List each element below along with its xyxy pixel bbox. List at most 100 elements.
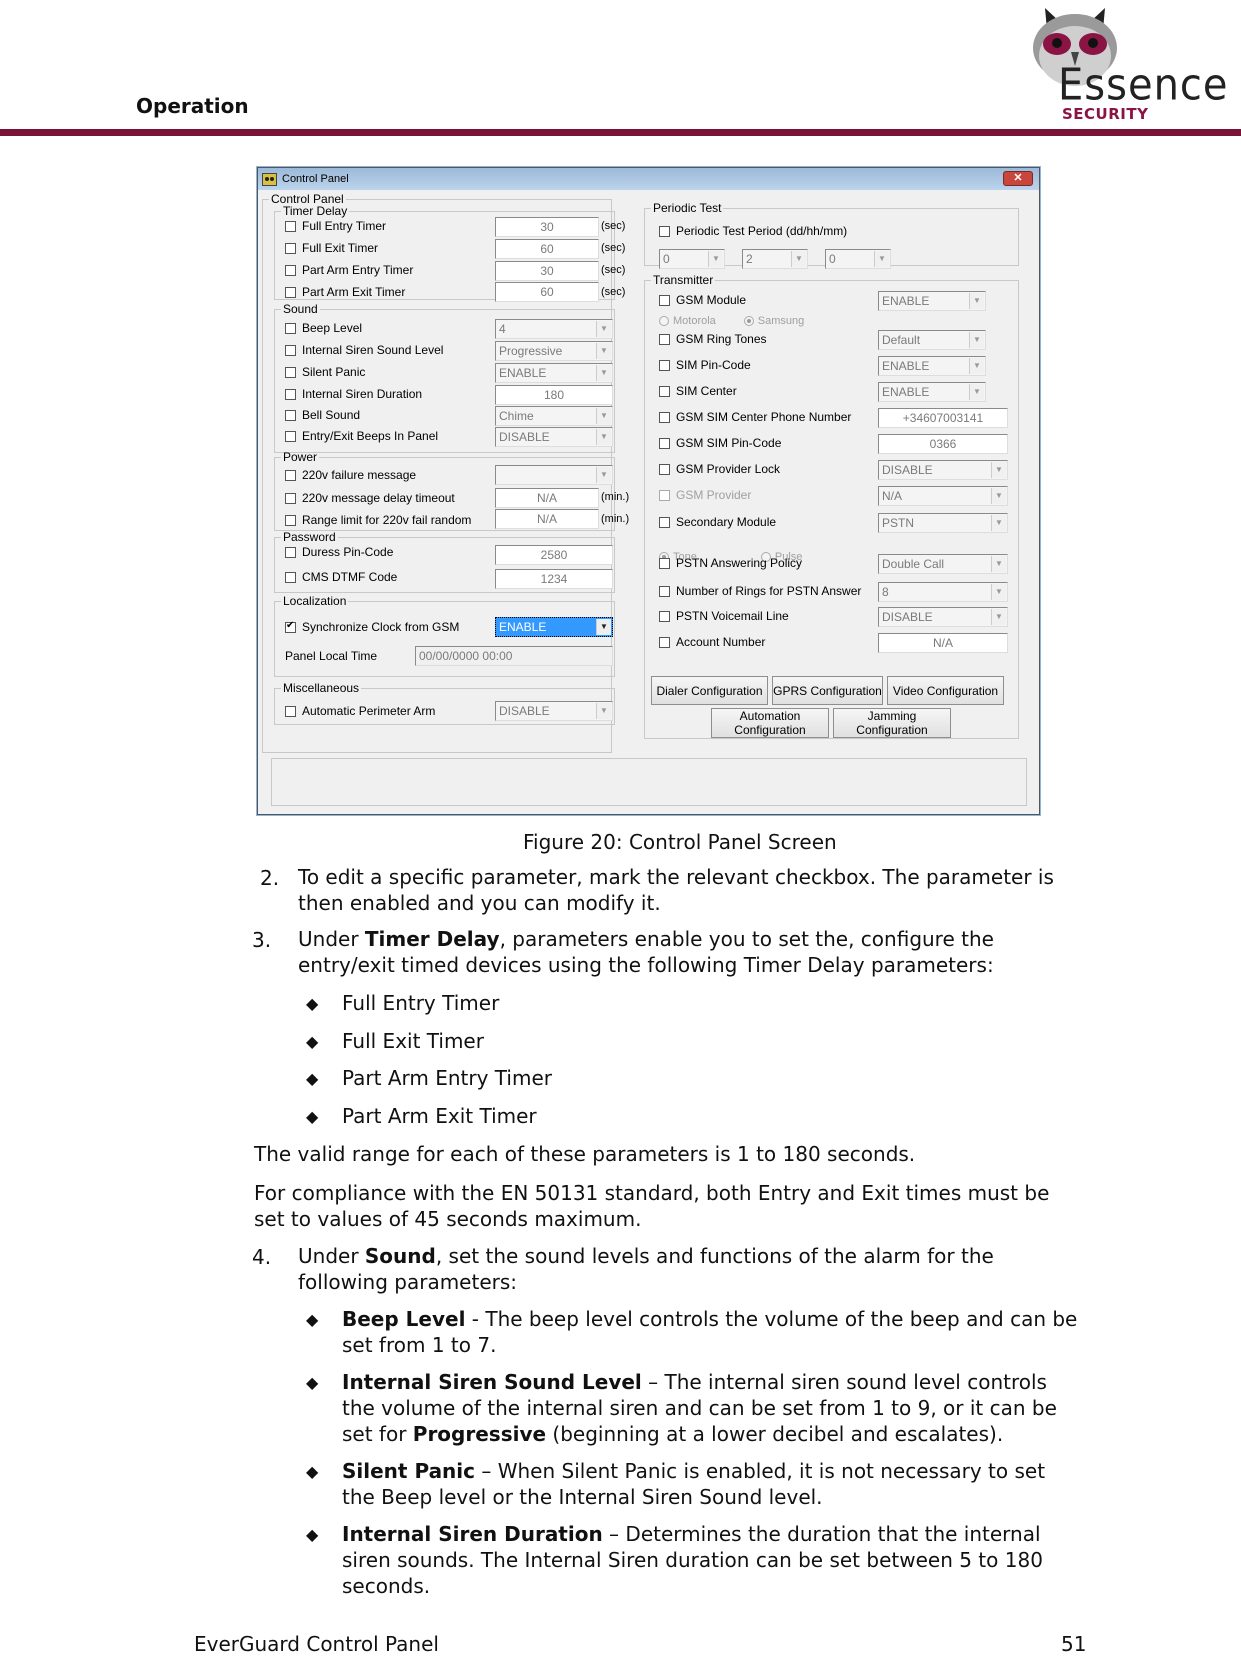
transmitter-select[interactable]: Double Call ▼ (878, 554, 1008, 574)
chevron-down-icon[interactable]: ▼ (596, 343, 611, 359)
checkbox[interactable] (285, 705, 296, 717)
checkbox[interactable] (285, 430, 296, 442)
checkbox[interactable] (659, 489, 670, 501)
checkbox[interactable] (285, 546, 296, 558)
transmitter-row[interactable]: Number of Rings for PSTN Answer (659, 584, 861, 598)
transmitter-row[interactable]: Account Number (659, 635, 765, 649)
radio-button-selected[interactable] (743, 316, 754, 326)
dialer-configuration-button[interactable]: Dialer Configuration (651, 676, 768, 705)
chevron-down-icon[interactable]: ▼ (991, 609, 1006, 625)
checkbox[interactable] (285, 409, 296, 421)
full-entry-timer-input[interactable]: 30 (495, 217, 599, 237)
checkbox[interactable] (659, 333, 670, 345)
perimeter-arm-row[interactable]: Automatic Perimeter Arm (285, 704, 435, 718)
transmitter-select[interactable]: ENABLE ▼ (878, 382, 986, 402)
transmitter-row[interactable]: GSM Module (659, 293, 746, 307)
period-days-select[interactable]: 0 ▼ (659, 249, 725, 269)
checkbox[interactable] (659, 385, 670, 397)
checkbox[interactable] (659, 437, 670, 449)
transmitter-row[interactable]: SIM Pin-Code (659, 358, 751, 372)
checkbox[interactable] (285, 571, 296, 583)
transmitter-select[interactable]: ENABLE ▼ (878, 356, 986, 376)
checkbox[interactable] (285, 220, 296, 232)
transmitter-row[interactable]: GSM SIM Pin-Code (659, 436, 781, 450)
timer-row-full-entry[interactable]: Full Entry Timer (285, 219, 386, 233)
radio-button[interactable] (659, 316, 669, 326)
gprs-configuration-button[interactable]: GPRS Configuration (772, 676, 883, 705)
transmitter-row[interactable]: GSM Provider Lock (659, 462, 780, 476)
timer-row-part-exit[interactable]: Part Arm Exit Timer (285, 285, 405, 299)
sound-row[interactable]: Beep Level (285, 321, 362, 335)
checkbox[interactable] (659, 636, 670, 648)
checkbox[interactable] (285, 344, 296, 356)
sync-clock-select[interactable]: ENABLE ▼ (495, 617, 613, 637)
jamming-configuration-button[interactable]: Jamming Configuration (833, 708, 951, 738)
siren-level-select[interactable]: Progressive ▼ (495, 341, 613, 361)
chevron-down-icon[interactable]: ▼ (969, 293, 984, 309)
transmitter-input[interactable]: N/A (878, 633, 1008, 653)
checkbox[interactable] (285, 286, 296, 298)
chevron-down-icon[interactable]: ▼ (991, 462, 1006, 478)
radio-motorola[interactable]: Motorola (659, 315, 716, 327)
beep-level-select[interactable]: 4 ▼ (495, 319, 613, 339)
siren-duration-input[interactable]: 180 (495, 385, 613, 405)
chevron-down-icon[interactable]: ▼ (596, 365, 611, 381)
chevron-down-icon[interactable]: ▼ (969, 358, 984, 374)
delay-timeout-input[interactable]: N/A (495, 488, 599, 508)
chevron-down-icon[interactable]: ▼ (596, 619, 611, 635)
checkbox[interactable] (659, 557, 670, 569)
panel-local-time-input[interactable]: 00/00/0000 00:00 (415, 646, 613, 666)
password-row[interactable]: CMS DTMF Code (285, 570, 397, 584)
transmitter-row[interactable]: GSM Provider (659, 488, 751, 502)
transmitter-select[interactable]: PSTN ▼ (878, 513, 1008, 533)
chevron-down-icon[interactable]: ▼ (991, 556, 1006, 572)
part-arm-entry-timer-input[interactable]: 30 (495, 261, 599, 281)
checkbox[interactable] (659, 585, 670, 597)
checkbox[interactable] (285, 514, 296, 526)
transmitter-row[interactable]: PSTN Answering Policy (659, 556, 802, 570)
checkbox[interactable] (659, 463, 670, 475)
chevron-down-icon[interactable]: ▼ (708, 251, 723, 267)
period-hours-select[interactable]: 2 ▼ (742, 249, 808, 269)
period-minutes-select[interactable]: 0 ▼ (825, 249, 891, 269)
chevron-down-icon[interactable]: ▼ (791, 251, 806, 267)
sync-clock-row[interactable]: Synchronize Clock from GSM (285, 620, 459, 634)
duress-pin-input[interactable]: 2580 (495, 545, 613, 565)
transmitter-row[interactable]: GSM SIM Center Phone Number (659, 410, 851, 424)
full-exit-timer-input[interactable]: 60 (495, 239, 599, 259)
sound-row[interactable]: Bell Sound (285, 408, 360, 422)
transmitter-input[interactable]: +34607003141 (878, 408, 1008, 428)
power-row[interactable]: 220v message delay timeout (285, 491, 455, 505)
chevron-down-icon[interactable]: ▼ (969, 384, 984, 400)
power-row[interactable]: 220v failure message (285, 468, 416, 482)
checkbox[interactable] (285, 492, 296, 504)
timer-row-part-entry[interactable]: Part Arm Entry Timer (285, 263, 413, 277)
checkbox[interactable] (285, 264, 296, 276)
transmitter-select[interactable]: DISABLE ▼ (878, 607, 1008, 627)
checkbox[interactable] (659, 225, 670, 237)
checkbox[interactable] (659, 516, 670, 528)
sound-row[interactable]: Internal Siren Sound Level (285, 343, 443, 357)
perimeter-arm-select[interactable]: DISABLE ▼ (495, 701, 613, 721)
transmitter-select[interactable]: 8 ▼ (878, 582, 1008, 602)
sound-row[interactable]: Silent Panic (285, 365, 365, 379)
checkbox[interactable] (285, 322, 296, 334)
checkbox[interactable] (285, 242, 296, 254)
cms-dtmf-input[interactable]: 1234 (495, 569, 613, 589)
timer-row-full-exit[interactable]: Full Exit Timer (285, 241, 378, 255)
sound-row[interactable]: Entry/Exit Beeps In Panel (285, 429, 438, 443)
part-arm-exit-timer-input[interactable]: 60 (495, 282, 599, 302)
range-limit-input[interactable]: N/A (495, 509, 599, 529)
periodic-test-row[interactable]: Periodic Test Period (dd/hh/mm) (659, 224, 847, 238)
transmitter-select[interactable]: DISABLE ▼ (878, 460, 1008, 480)
chevron-down-icon[interactable]: ▼ (596, 467, 611, 483)
checkbox[interactable] (659, 359, 670, 371)
checkbox[interactable] (285, 366, 296, 378)
chevron-down-icon[interactable]: ▼ (991, 584, 1006, 600)
checkbox[interactable] (659, 294, 670, 306)
transmitter-input[interactable]: 0366 (878, 434, 1008, 454)
bell-sound-select[interactable]: Chime ▼ (495, 406, 613, 426)
chevron-down-icon[interactable]: ▼ (969, 332, 984, 348)
chevron-down-icon[interactable]: ▼ (874, 251, 889, 267)
chevron-down-icon[interactable]: ▼ (596, 429, 611, 445)
